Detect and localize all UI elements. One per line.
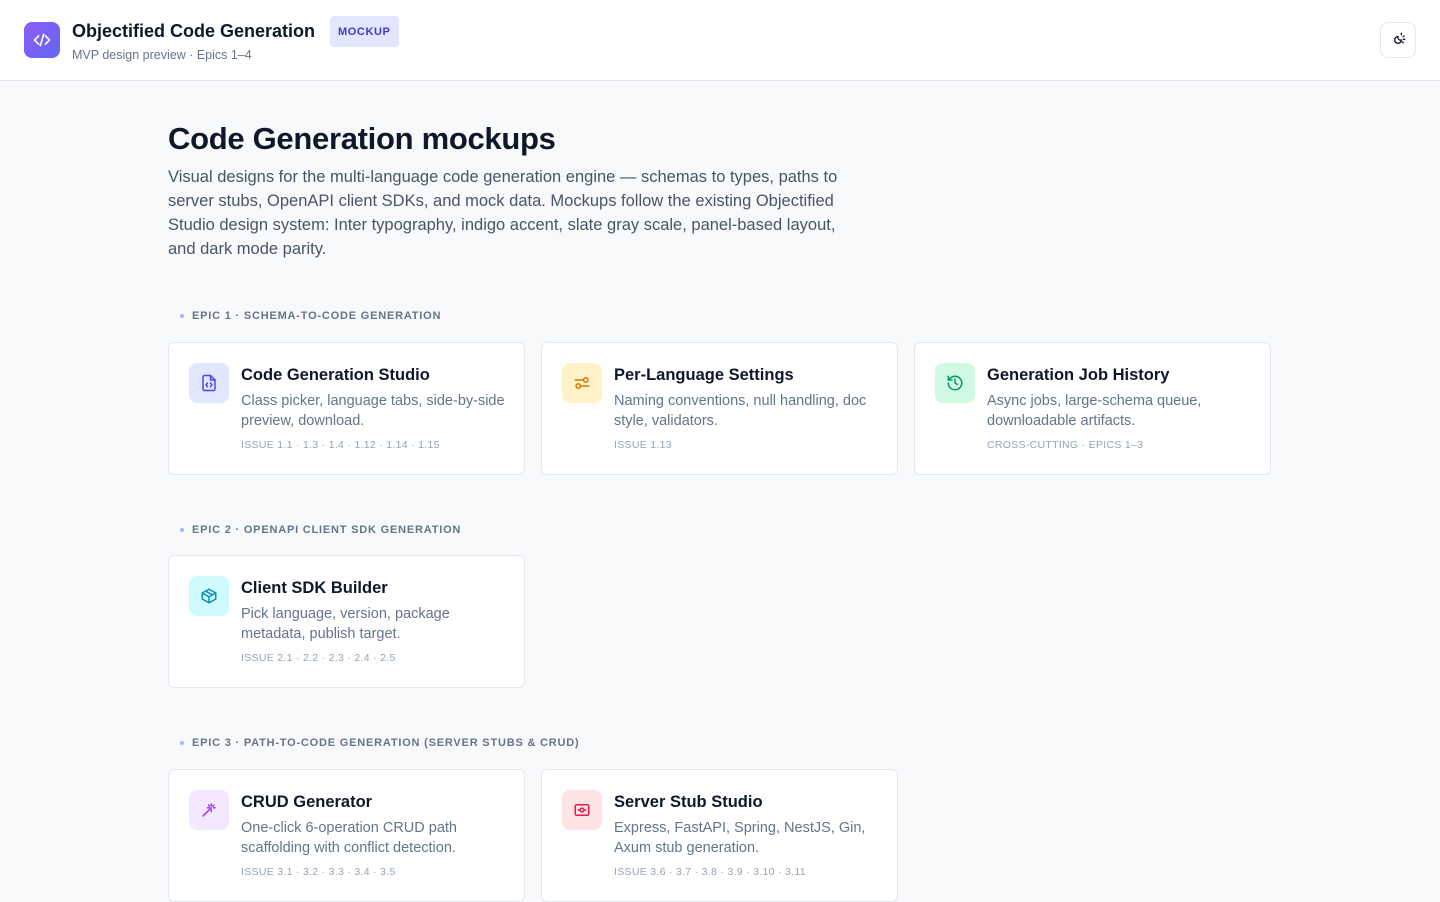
card-description: Class picker, language tabs, side-by-sid… — [241, 393, 505, 429]
bullet-dot — [180, 741, 184, 745]
card-title: Server Stub Studio — [614, 793, 763, 811]
file-code-icon — [189, 363, 229, 403]
main-content: Code Generation mockups Visual designs f… — [168, 81, 1272, 902]
card-description: One-click 6-operation CRUD path scaffold… — [241, 820, 457, 856]
card-meta: CROSS-CUTTING · EPICS 1–3 — [987, 439, 1144, 451]
card-title: Generation Job History — [987, 366, 1170, 384]
card-meta: ISSUE 3.1 · 3.2 · 3.3 · 3.4 · 3.5 — [241, 866, 396, 878]
card-title: Code Generation Studio — [241, 366, 430, 384]
page-title: Code Generation mockups — [168, 121, 556, 156]
card-description: Express, FastAPI, Spring, NestJS, Gin, A… — [614, 820, 866, 856]
section-label-epic-3: EPIC 3 · PATH-TO-CODE GENERATION (SERVER… — [180, 736, 1272, 750]
card-grid-epic-3: CRUD Generator One-click 6-operation CRU… — [168, 769, 1272, 902]
page-intro: Visual designs for the multi-language co… — [168, 168, 838, 258]
card-description: Async jobs, large-schema queue, download… — [987, 393, 1202, 429]
card-crud-generator[interactable]: CRUD Generator One-click 6-operation CRU… — [168, 769, 525, 902]
sliders-icon — [562, 363, 602, 403]
section-label-epic-2: EPIC 2 · OPENAPI CLIENT SDK GENERATION — [180, 523, 1272, 537]
mockup-badge: MOCKUP — [330, 16, 399, 47]
magic-wand-icon — [189, 790, 229, 830]
bullet-dot — [180, 528, 184, 532]
card-description: Pick language, version, package metadata… — [241, 606, 450, 642]
package-icon — [189, 576, 229, 616]
app-title: Objectified Code Generation — [72, 21, 316, 41]
card-title: Client SDK Builder — [241, 579, 388, 597]
card-meta: ISSUE 1.13 — [614, 439, 672, 451]
card-server-stub-studio[interactable]: Server Stub Studio Express, FastAPI, Spr… — [541, 769, 898, 902]
card-description: Naming conventions, null handling, doc s… — [614, 393, 867, 429]
bullet-dot — [180, 314, 184, 318]
card-generation-job-history[interactable]: Generation Job History Async jobs, large… — [914, 342, 1271, 475]
server-icon — [562, 790, 602, 830]
top-bar: Objectified Code Generation MOCKUP MVP d… — [0, 0, 1440, 81]
code-icon — [24, 22, 60, 58]
section-label-epic-1: EPIC 1 · SCHEMA-TO-CODE GENERATION — [180, 309, 1272, 323]
history-icon — [935, 363, 975, 403]
card-per-language-settings[interactable]: Per-Language Settings Naming conventions… — [541, 342, 898, 475]
card-meta: ISSUE 2.1 · 2.2 · 2.3 · 2.4 · 2.5 — [241, 652, 396, 664]
card-meta: ISSUE 3.6 · 3.7 · 3.8 · 3.9 · 3.10 · 3.1… — [614, 866, 806, 878]
card-title: Per-Language Settings — [614, 366, 794, 384]
theme-toggle-icon — [1394, 32, 1406, 44]
card-client-sdk-builder[interactable]: Client SDK Builder Pick language, versio… — [168, 555, 525, 688]
card-meta: ISSUE 1.1 · 1.3 · 1.4 · 1.12 · 1.14 · 1.… — [241, 439, 440, 451]
card-grid-epic-1: Code Generation Studio Class picker, lan… — [168, 342, 1272, 475]
card-code-generation-studio[interactable]: Code Generation Studio Class picker, lan… — [168, 342, 525, 475]
card-title: CRUD Generator — [241, 793, 373, 811]
app-subtitle: MVP design preview · Epics 1–4 — [72, 48, 252, 62]
card-grid-epic-2: Client SDK Builder Pick language, versio… — [168, 555, 1272, 688]
theme-toggle-button[interactable] — [1380, 22, 1416, 58]
